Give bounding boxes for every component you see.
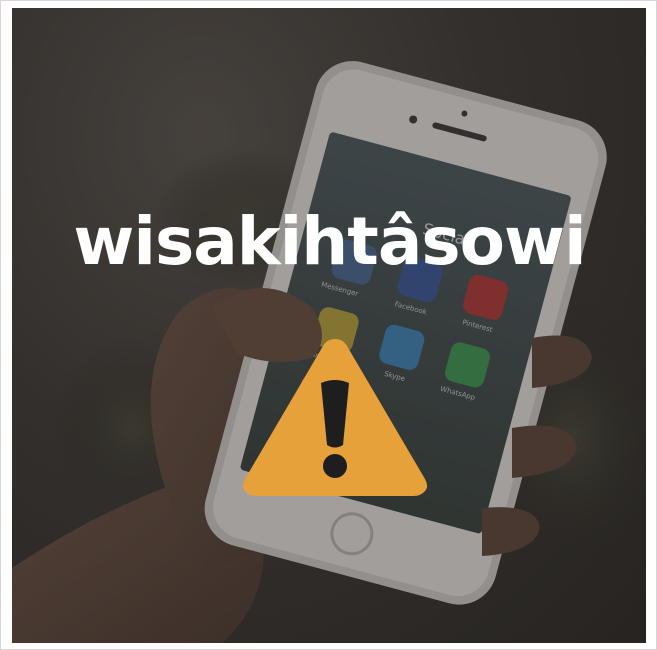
dark-overlay xyxy=(12,8,646,643)
image-frame: Social Messenger Facebook Pinterest Snap… xyxy=(0,0,657,650)
hand-holding-phone-illustration: Social Messenger Facebook Pinterest Snap… xyxy=(12,8,646,643)
exclamation-dot xyxy=(323,454,347,478)
headline-text: wisakihtâsowi xyxy=(73,203,586,280)
background-photo: Social Messenger Facebook Pinterest Snap… xyxy=(12,8,646,643)
warning-triangle-icon xyxy=(243,339,427,496)
